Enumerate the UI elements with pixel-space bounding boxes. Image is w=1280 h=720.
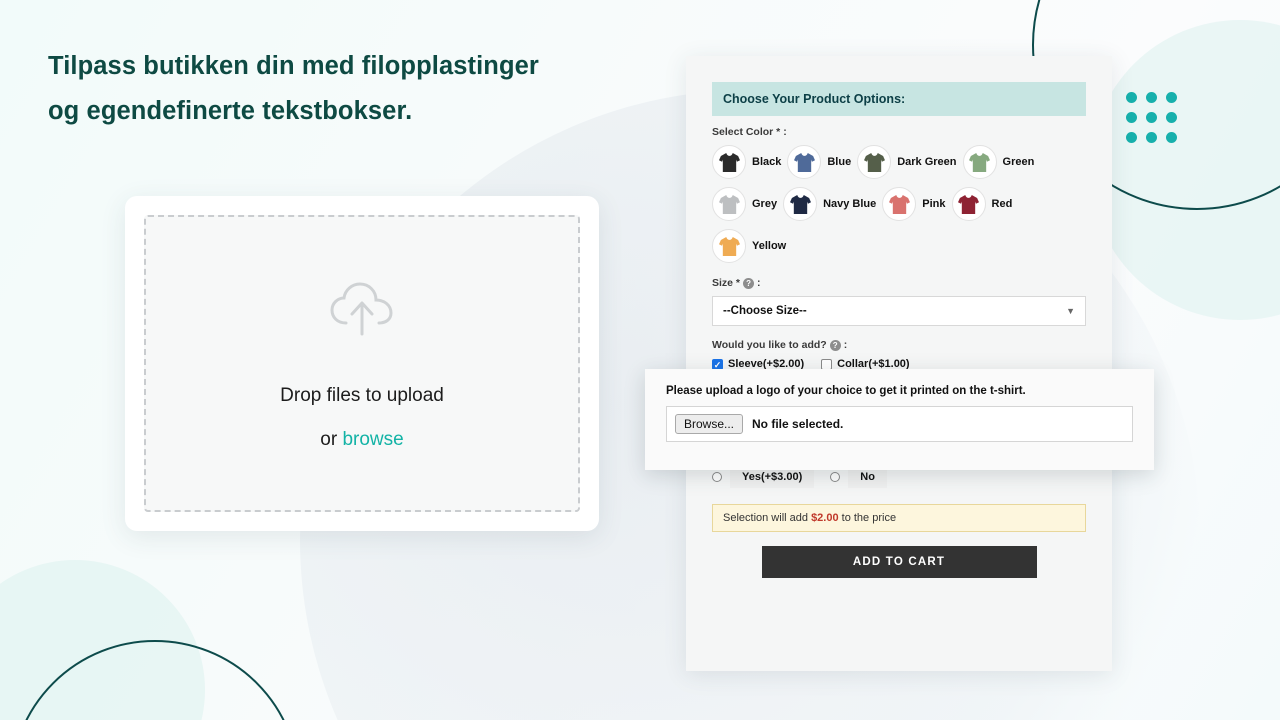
decor-circle-bottom-left: [0, 560, 205, 720]
select-color-label: Select Color * :: [712, 126, 1086, 138]
browse-button[interactable]: Browse...: [675, 414, 744, 434]
color-swatch-label: Green: [1002, 156, 1035, 168]
help-icon[interactable]: ?: [829, 339, 841, 351]
tshirt-icon: [857, 145, 892, 179]
panel-header: Choose Your Product Options:: [712, 82, 1086, 116]
logo-upload-overlay: Please upload a logo of your choice to g…: [645, 369, 1154, 470]
color-swatch-pink[interactable]: Pink: [882, 187, 946, 221]
color-swatch-label: Navy Blue: [823, 198, 877, 210]
color-swatch-label: Red: [991, 198, 1013, 210]
color-swatch-dark-green[interactable]: Dark Green: [857, 145, 957, 179]
add-to-cart-button[interactable]: ADD TO CART: [761, 546, 1037, 578]
chevron-down-icon: ▼: [1066, 306, 1075, 316]
tshirt-icon: [962, 145, 997, 179]
tshirt-icon: [951, 187, 986, 221]
color-swatch-label: Blue: [827, 156, 852, 168]
price-alert-amount: $2.00: [811, 512, 839, 524]
price-alert-prefix: Selection will add: [723, 512, 812, 524]
browse-link[interactable]: browse: [342, 429, 403, 450]
checkbox-icon[interactable]: ✓: [712, 358, 723, 370]
dropzone-browse-line: or browse: [320, 429, 403, 451]
cloud-upload-icon: [329, 282, 395, 343]
tshirt-icon: [712, 187, 746, 221]
color-swatch-label: Yellow: [752, 240, 787, 252]
color-swatch-blue[interactable]: Blue: [787, 145, 851, 179]
addons-label: Would you like to add? ? :: [712, 339, 848, 351]
dropzone[interactable]: Drop files to upload or browse: [144, 215, 580, 512]
decor-ring-bottom-left: [10, 640, 300, 720]
color-swatch-row-3: Yellow: [712, 229, 1086, 263]
color-swatch-row-2: Grey Navy Blue Pink Red: [712, 187, 1086, 221]
tshirt-icon: [712, 145, 746, 179]
color-swatch-navy-blue[interactable]: Navy Blue: [783, 187, 876, 221]
color-swatch-red[interactable]: Red: [951, 187, 1013, 221]
checkbox-icon[interactable]: [821, 358, 833, 370]
color-swatch-green[interactable]: Green: [962, 145, 1035, 179]
color-swatch-label: Dark Green: [897, 156, 957, 168]
color-swatch-black[interactable]: Black: [712, 145, 781, 179]
file-status-text: No file selected.: [752, 417, 844, 431]
dropzone-or-text: or: [320, 429, 343, 450]
color-swatch-grey[interactable]: Grey: [712, 187, 777, 221]
help-icon[interactable]: ?: [743, 277, 755, 289]
color-swatch-row-1: Black Blue Dark Green Green: [712, 145, 1086, 179]
product-options-panel: Choose Your Product Options: Select Colo…: [686, 56, 1112, 671]
file-upload-card: Drop files to upload or browse: [125, 196, 599, 531]
file-input-field[interactable]: Browse... No file selected.: [666, 406, 1133, 442]
price-alert-suffix: to the price: [838, 512, 897, 524]
color-swatch-label: Black: [752, 156, 782, 168]
select-color-label-text: Select Color * :: [712, 126, 787, 138]
color-swatch-yellow[interactable]: Yellow: [712, 229, 786, 263]
radio-icon[interactable]: [712, 472, 722, 482]
tshirt-icon: [882, 187, 917, 221]
decor-circle-top-right: [1090, 20, 1280, 320]
addons-label-text: Would you like to add?: [712, 339, 827, 351]
size-label: Size * ? :: [712, 277, 761, 289]
dropzone-title: Drop files to upload: [280, 385, 444, 406]
size-label-text: Size *: [712, 277, 741, 289]
size-select[interactable]: --Choose Size-- ▼: [712, 296, 1086, 326]
tshirt-icon: [787, 145, 822, 179]
logo-upload-label: Please upload a logo of your choice to g…: [666, 385, 1026, 397]
dot-grid-icon: [1126, 92, 1177, 143]
radio-icon[interactable]: [830, 472, 841, 482]
tshirt-icon: [712, 229, 746, 263]
page-title: Tilpass butikken din med filopplastinger…: [48, 52, 539, 125]
tshirt-icon: [783, 187, 818, 221]
size-select-value: --Choose Size--: [723, 305, 807, 317]
price-alert: Selection will add $2.00 to the price: [712, 504, 1086, 532]
color-swatch-label: Pink: [922, 198, 946, 210]
color-swatch-label: Grey: [752, 198, 778, 210]
